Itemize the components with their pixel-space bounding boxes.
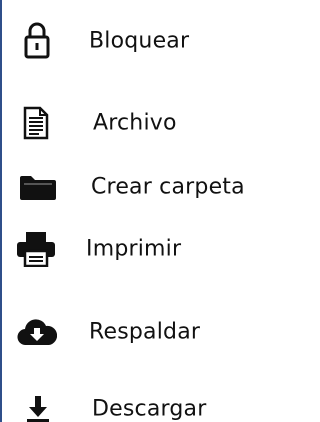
- printer-icon: [16, 231, 56, 267]
- menu-item-archivo[interactable]: Archivo: [2, 96, 265, 150]
- menu-item-bloquear[interactable]: Bloquear: [2, 14, 265, 68]
- context-menu: Bloquear Archivo Crear carpeta Imprimir …: [0, 0, 265, 422]
- download-icon: [26, 395, 50, 422]
- menu-item-label: Crear carpeta: [91, 174, 245, 200]
- menu-item-label: Bloquear: [89, 28, 190, 54]
- menu-item-imprimir[interactable]: Imprimir: [2, 222, 265, 276]
- folder-icon: [18, 172, 58, 202]
- menu-item-label: Descargar: [92, 396, 207, 422]
- menu-item-label: Respaldar: [89, 319, 201, 345]
- menu-item-label: Archivo: [93, 110, 177, 136]
- menu-item-descargar[interactable]: Descargar: [2, 382, 265, 422]
- lock-icon: [24, 22, 50, 60]
- cloud-download-icon: [17, 318, 57, 346]
- menu-item-label: Imprimir: [86, 236, 182, 262]
- file-icon: [23, 106, 49, 140]
- menu-item-respaldar[interactable]: Respaldar: [2, 305, 265, 359]
- menu-item-crear-carpeta[interactable]: Crear carpeta: [2, 160, 265, 214]
